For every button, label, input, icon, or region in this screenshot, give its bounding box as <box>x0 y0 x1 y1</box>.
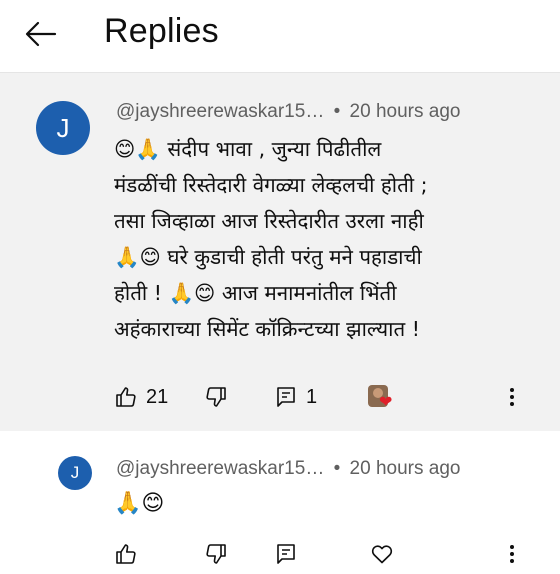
back-button[interactable] <box>22 16 62 52</box>
heart-button[interactable] <box>370 534 394 574</box>
comment-actions: 21 1 ❤ <box>0 377 560 417</box>
comment-line: होती ! 🙏😊 आज मनामनांतील भिंती <box>114 281 397 305</box>
meta-separator: • <box>333 458 341 479</box>
thumb-up-icon <box>116 387 136 407</box>
thumb-down-icon <box>206 544 226 564</box>
comment-line: अहंकाराच्या सिमेंट कॉक्रिन्टच्या झाल्यात… <box>114 317 420 341</box>
like-button[interactable]: 21 <box>114 377 168 417</box>
more-options-button[interactable] <box>500 534 524 574</box>
thumb-down-icon <box>206 387 226 407</box>
comment-time: 20 hours ago <box>349 458 461 479</box>
heart-icon: ❤ <box>379 392 393 411</box>
author-handle[interactable]: @jayshreerewaskar15… <box>116 458 324 479</box>
author-handle[interactable]: @jayshreerewaskar15… <box>116 101 324 122</box>
reply-body: 🙏😊 <box>114 491 165 516</box>
comment-time: 20 hours ago <box>349 101 461 122</box>
comment-line: मंडळींची रिस्तेदारी वेगळ्या लेव्हलची होत… <box>114 173 428 197</box>
comment-icon <box>277 387 295 407</box>
arrow-left-icon <box>25 21 57 47</box>
dislike-button[interactable] <box>204 377 228 417</box>
comment-meta: @jayshreerewaskar15… • 20 hours ago <box>116 101 460 123</box>
page-title: Replies <box>104 12 219 50</box>
header-bar: Replies <box>0 0 560 73</box>
thumb-up-icon <box>116 544 136 564</box>
creator-heart-icon: ❤ <box>366 383 396 413</box>
comment-line: 🙏😊 घरे कुडाची होती परंतु मने पहाडाची <box>114 245 422 269</box>
dislike-button[interactable] <box>204 534 228 574</box>
avatar[interactable]: J <box>58 456 92 490</box>
reply-actions <box>0 534 560 574</box>
comment-body: 😊🙏 संदीप भावा , जुन्या पिढीतील मंडळींची … <box>114 131 534 347</box>
reply-count: 1 <box>306 385 318 408</box>
reply-button[interactable]: 1 <box>274 377 317 417</box>
like-button[interactable] <box>114 534 138 574</box>
like-count: 21 <box>146 385 169 408</box>
more-options-button[interactable] <box>500 377 524 417</box>
avatar[interactable]: J <box>36 101 90 155</box>
reply-comment: J @jayshreerewaskar15… • 20 hours ago 🙏😊 <box>0 432 560 564</box>
more-vert-icon <box>510 388 514 406</box>
more-vert-icon <box>510 545 514 563</box>
comment-line: 😊🙏 संदीप भावा , जुन्या पिढीतील <box>114 137 382 161</box>
comment-line: तसा जिव्हाळा आज रिस्तेदारीत उरला नाही <box>114 209 424 233</box>
comment-meta: @jayshreerewaskar15… • 20 hours ago <box>116 458 460 480</box>
meta-separator: • <box>333 101 341 122</box>
comment-icon <box>277 544 295 564</box>
reply-button[interactable] <box>274 534 298 574</box>
comment-thread-main: J @jayshreerewaskar15… • 20 hours ago 😊🙏… <box>0 73 560 431</box>
heart-icon <box>371 545 393 564</box>
